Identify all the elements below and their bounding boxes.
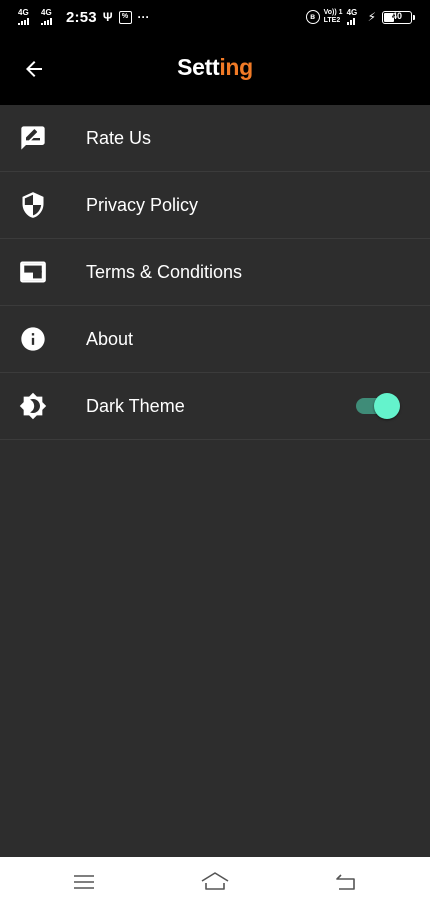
security-shield-icon [18,190,48,220]
sim1-network-type: 4G [18,8,29,17]
settings-item-dark-theme[interactable]: Dark Theme [0,373,430,440]
bluetooth-icon: ʙ [305,10,320,24]
status-time: 2:53 [66,8,97,26]
nav-home-button[interactable] [200,869,230,895]
volte-bottom-label: LTE2 [323,17,341,24]
charging-icon: ⚡ [367,10,376,24]
volte-indicator: Vo)) 1 LTE2 [324,9,343,25]
settings-item-label: About [86,328,134,349]
battery-level: 40 [391,10,402,21]
volte-top-label: Vo)) 1 [323,9,343,16]
battery-icon: 40 [382,10,415,24]
picture-in-picture-icon [18,257,48,287]
signal-sim1-icon: 4G [18,9,35,25]
page-title: Setting [0,54,430,81]
back-return-icon [336,874,355,890]
sim2-network-type: 4G [41,8,52,17]
settings-list: Rate Us Privacy Policy Terms & Condition… [0,105,430,440]
rate-review-icon [18,123,48,153]
signal-sim2-icon: 4G [41,9,58,25]
status-bar-right: ʙ Vo)) 1 LTE2 4G ⚡ 40 [305,8,415,26]
settings-item-label: Terms & Conditions [86,261,243,282]
brightness-icon [18,391,48,421]
system-nav-bar [0,857,430,907]
status-bar-left: 4G 4G 2:53 Ψ % ··· [18,8,150,26]
toggle-thumb [374,393,400,419]
nav-menu-button[interactable] [69,869,99,895]
nav-back-button[interactable] [331,869,361,895]
settings-item-label: Rate Us [86,127,152,148]
dark-theme-toggle[interactable] [356,393,400,419]
settings-item-about[interactable]: About [0,306,430,373]
app-bar: Setting [0,34,430,105]
usb-icon: Ψ [102,10,113,24]
title-accent: ing [219,54,253,80]
title-main: Sett [177,54,220,80]
status-bar: 4G 4G 2:53 Ψ % ··· ʙ Vo)) 1 LTE2 4G ⚡ 40 [0,0,430,34]
more-notifications-icon: ··· [137,10,150,24]
settings-item-label: Dark Theme [86,395,185,416]
menu-icon [74,875,94,889]
settings-item-privacy-policy[interactable]: Privacy Policy [0,172,430,239]
data-signal-icon: 4G [346,8,364,25]
data-network-type: 4G [346,8,358,17]
settings-item-label: Privacy Policy [86,194,199,215]
home-icon [201,872,229,890]
settings-item-rate-us[interactable]: Rate Us [0,105,430,172]
notification-app-icon: % [118,10,132,24]
settings-item-terms-conditions[interactable]: Terms & Conditions [0,239,430,306]
info-icon [18,324,48,354]
